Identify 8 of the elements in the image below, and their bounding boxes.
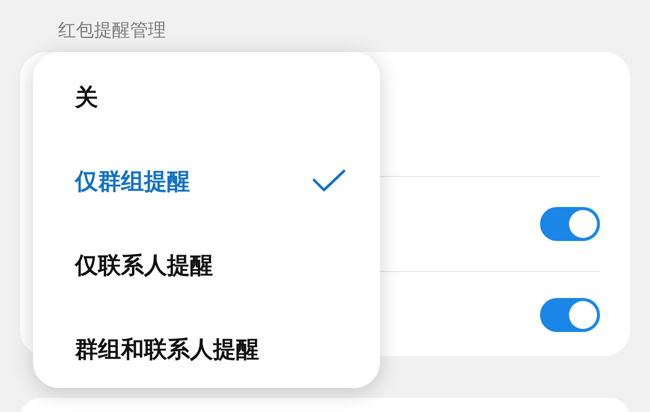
menu-item[interactable]: 仅联系人提醒 [33,223,380,307]
menu-item[interactable]: 关 [33,55,380,139]
toggle-switch[interactable] [540,298,600,332]
menu-item[interactable]: 仅群组提醒 [33,139,380,223]
check-icon [312,169,346,193]
toggle-switch[interactable] [540,207,600,241]
menu-item[interactable]: 群组和联系人提醒 [33,307,380,391]
section-title: 红包提醒管理 [58,19,166,42]
